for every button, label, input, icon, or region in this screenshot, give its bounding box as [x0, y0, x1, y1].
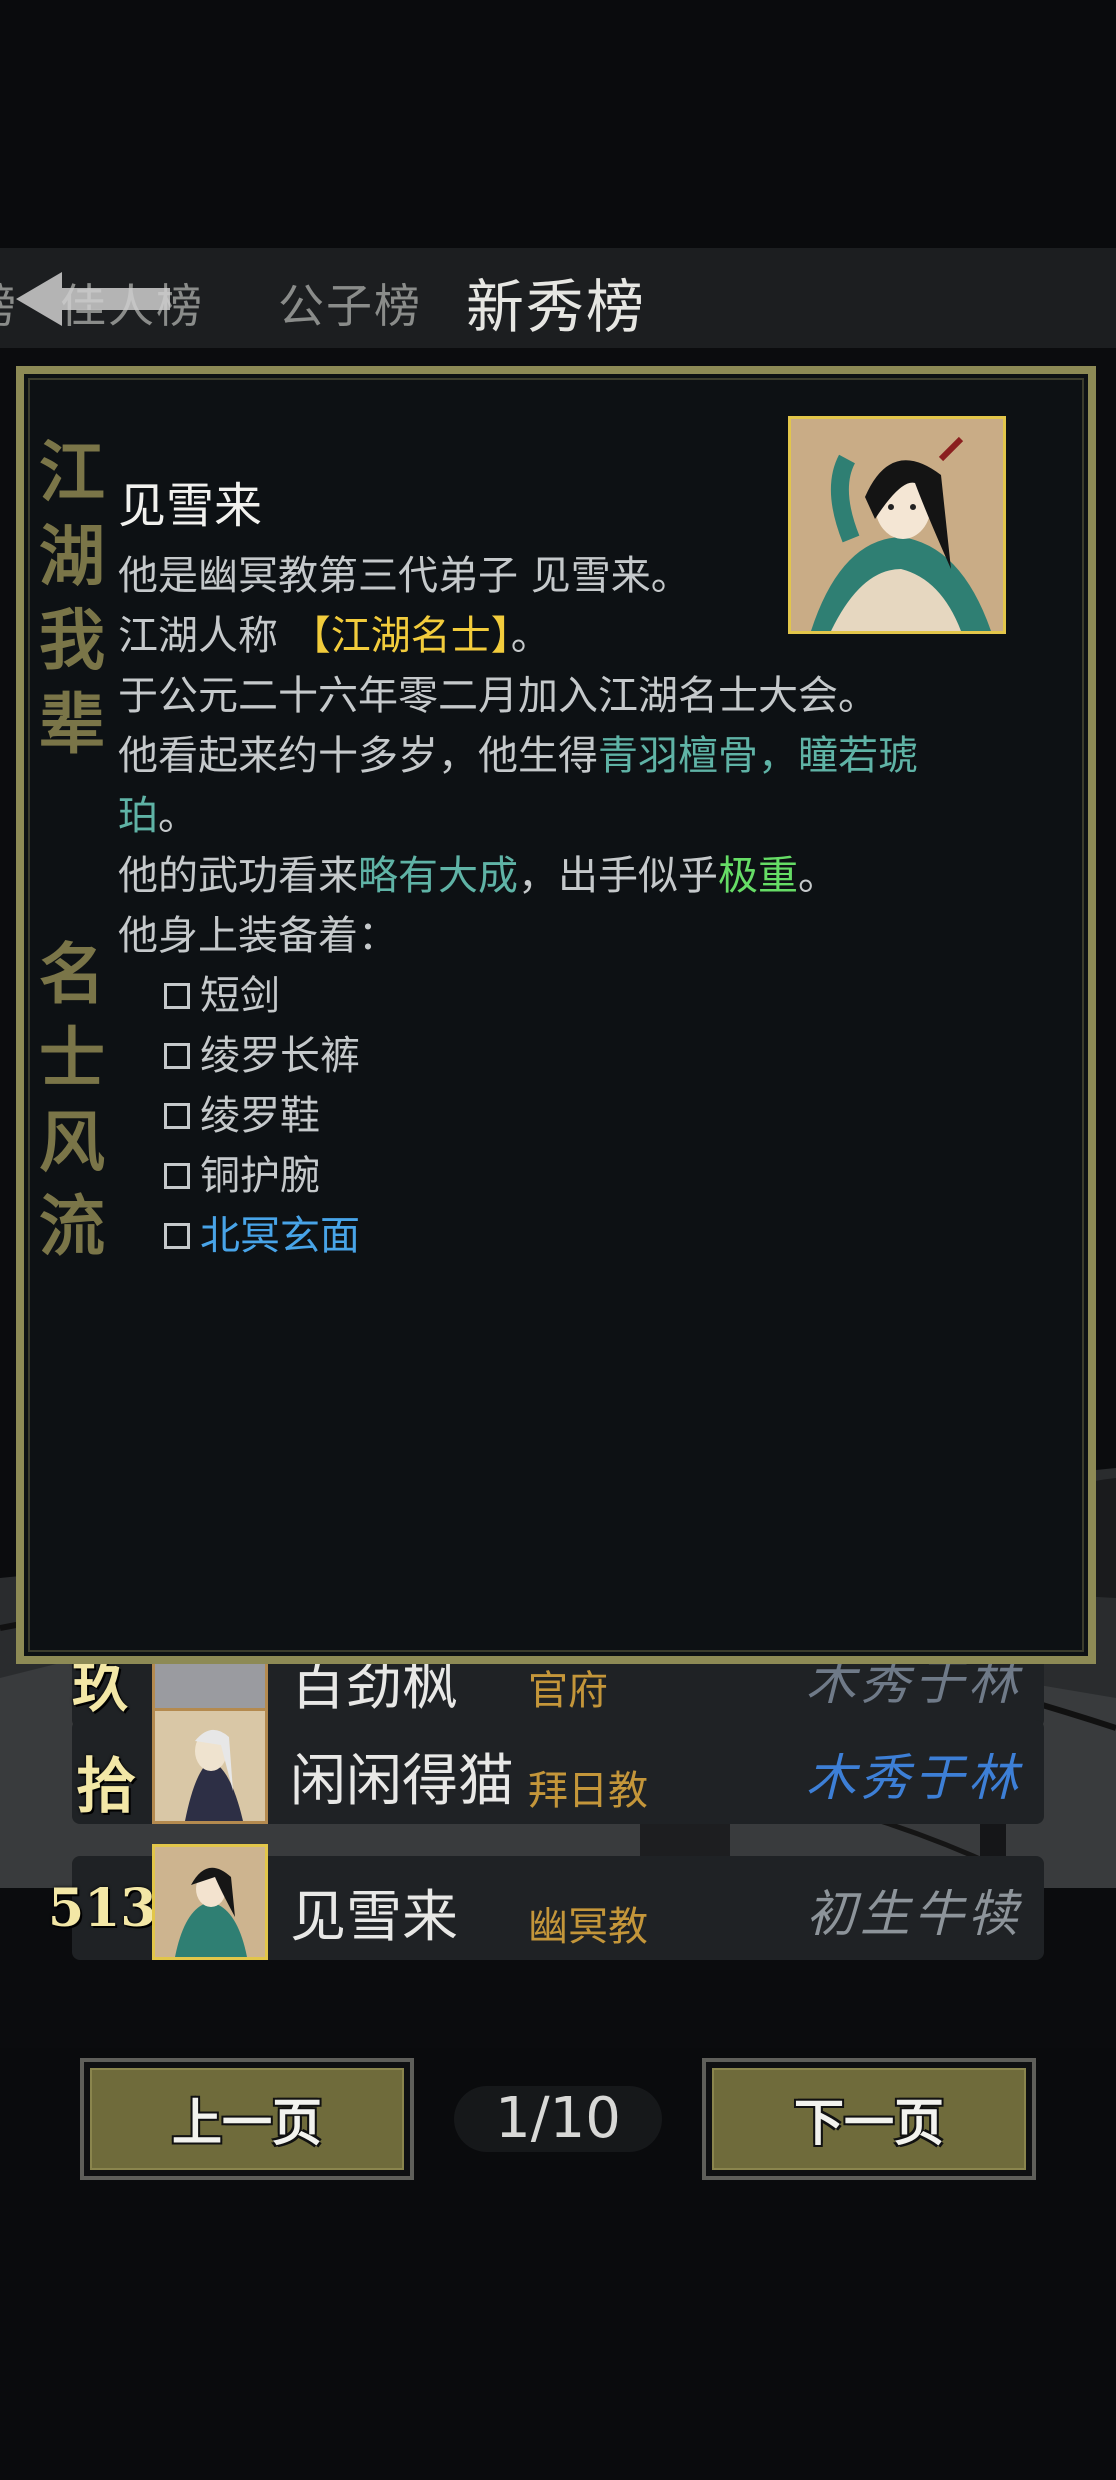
- equipment-name: 绫罗鞋: [200, 1093, 320, 1139]
- rank-row[interactable]: 513 见雪来 幽冥教 初生牛犊: [48, 1844, 1044, 1960]
- equipment-item[interactable]: 绫罗鞋: [118, 1086, 1018, 1146]
- character-portrait-icon: [155, 1847, 265, 1957]
- info-line: 于公元二十六年零二月加入江湖名士大会。: [118, 673, 878, 719]
- trait-text: 瞳若琥: [798, 733, 918, 779]
- sect-name: 幽冥教: [528, 1904, 648, 1950]
- calligraphy-text: 名士风流: [39, 935, 105, 1265]
- equipment-name: 铜护腕: [200, 1153, 320, 1199]
- text: 江湖人称: [118, 613, 291, 659]
- back-arrow-icon[interactable]: [10, 266, 180, 332]
- next-page-button[interactable]: 下一页: [702, 2058, 1036, 2180]
- checkbox-icon: [164, 983, 190, 1009]
- prev-page-button[interactable]: 上一页: [80, 2058, 414, 2180]
- strength-text: 极重: [718, 853, 798, 899]
- equipment-item[interactable]: 绫罗长裤: [118, 1026, 1018, 1086]
- next-page-label: 下一页: [712, 2068, 1026, 2170]
- trait-text: 珀: [118, 793, 158, 839]
- tab-xinxiu[interactable]: 新秀榜: [466, 260, 646, 344]
- calligraphy-text: 江湖我辈: [39, 433, 105, 763]
- rank-number: 拾: [76, 1752, 136, 1822]
- avatar: [152, 1708, 268, 1824]
- calligraphy-left-bottom: 名士风流: [32, 932, 112, 1268]
- title-badge: 【江湖名士】: [290, 613, 511, 659]
- equipment-name: 短剑: [200, 973, 280, 1019]
- checkbox-icon: [164, 1163, 190, 1189]
- info-line: 他看起来约十多岁，他生得青羽檀骨，瞳若琥: [118, 726, 1018, 786]
- info-line: 珀。: [118, 786, 1018, 846]
- equipment-item[interactable]: 短剑: [118, 966, 1018, 1026]
- character-portrait-icon: [155, 1711, 265, 1821]
- info-line: 江湖人称 【江湖名士】。: [118, 606, 1018, 666]
- character-info: 见雪来 他是幽冥教第三代弟子 见雪来。 江湖人称 【江湖名士】。 于公元二十六年…: [118, 470, 1018, 1266]
- calligraphy-left-top: 江湖我辈: [32, 430, 112, 766]
- info-line: 他身上装备着：: [118, 913, 398, 959]
- rank-row[interactable]: 拾 闲闲得猫 拜日教 木秀于林: [72, 1708, 1044, 1824]
- equipment-item[interactable]: 北冥玄面: [118, 1206, 1018, 1266]
- sect-name: 官府: [528, 1668, 608, 1714]
- player-name: 闲闲得猫: [290, 1749, 514, 1814]
- checkbox-icon: [164, 1043, 190, 1069]
- text: 。: [510, 613, 551, 659]
- tab-gongzi[interactable]: 公子榜: [278, 270, 422, 336]
- checkbox-icon: [164, 1103, 190, 1129]
- player-name: 见雪来: [290, 1885, 458, 1950]
- text: 他看起来约十多岁，他生得: [118, 733, 598, 779]
- trait-text: 青羽檀骨: [598, 733, 758, 779]
- info-line: 他是幽冥教第三代弟子 见雪来。: [118, 553, 691, 599]
- text: ，: [758, 733, 798, 779]
- text: 他的武功看来: [118, 853, 358, 899]
- rank-number: 513: [48, 1878, 157, 1939]
- checkbox-icon: [164, 1223, 190, 1249]
- equipment-name: 绫罗长裤: [200, 1033, 360, 1079]
- avatar: [152, 1844, 268, 1960]
- text: ，出手似乎: [518, 853, 718, 899]
- info-line: 他的武功看来略有大成，出手似乎极重。: [118, 846, 1018, 906]
- sect-name: 拜日教: [528, 1768, 648, 1814]
- text: 。: [158, 793, 198, 839]
- page-indicator: 1/10: [454, 2086, 662, 2152]
- prev-page-label: 上一页: [90, 2068, 404, 2170]
- character-name: 见雪来: [118, 478, 263, 534]
- equipment-name: 北冥玄面: [200, 1213, 360, 1259]
- rank-title: 初生牛犊: [806, 1885, 1022, 1943]
- equipment-item[interactable]: 铜护腕: [118, 1146, 1018, 1206]
- ranking-tab-bar: 榜 佳人榜 公子榜 新秀榜: [0, 248, 1116, 348]
- skill-level-text: 略有大成: [358, 853, 518, 899]
- text: 。: [798, 853, 838, 899]
- rank-title: 木秀于林: [806, 1749, 1022, 1807]
